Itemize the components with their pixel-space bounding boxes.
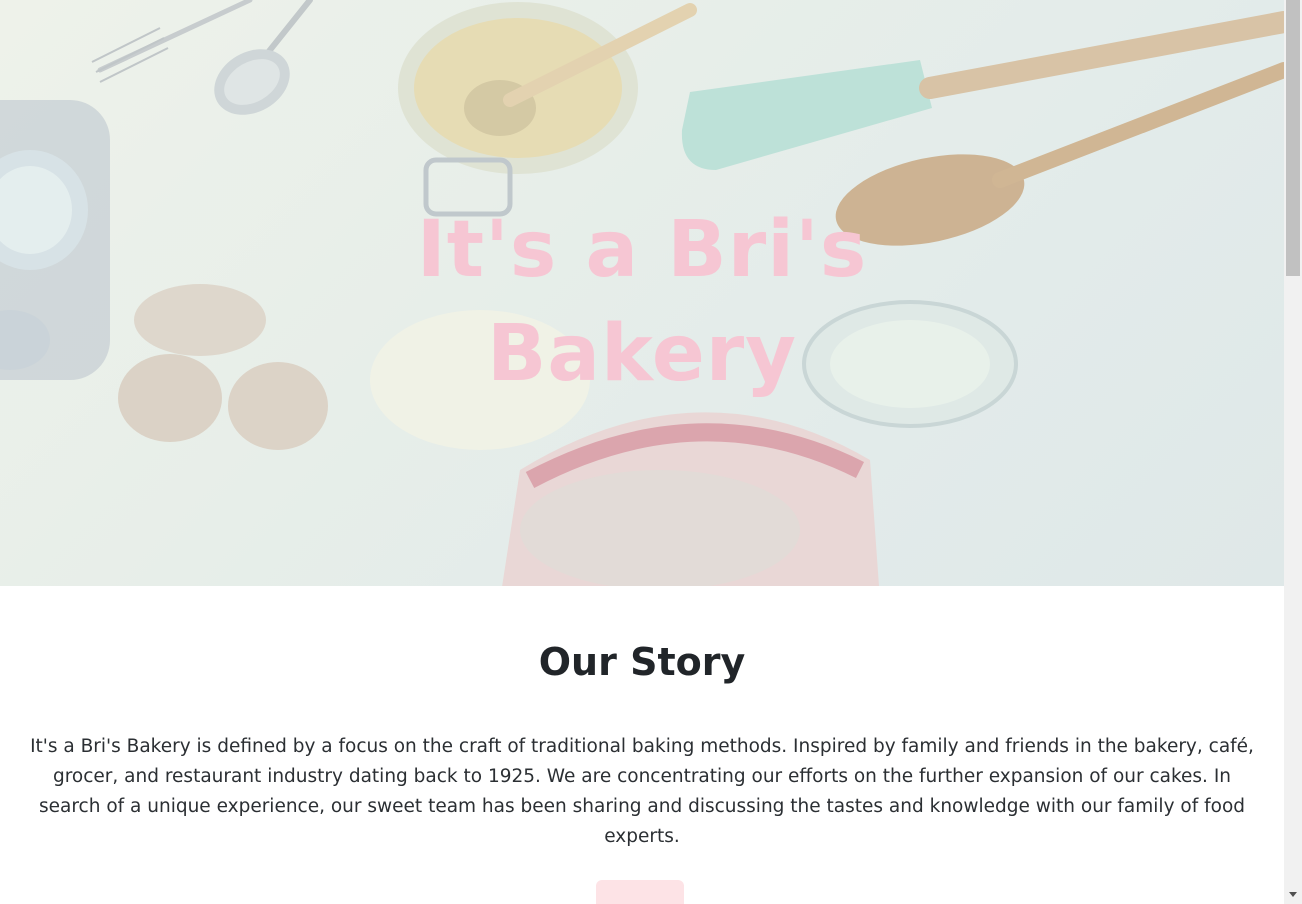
hero-title: It's a Bri's Bakery: [392, 198, 892, 406]
menu-button[interactable]: Menu: [596, 880, 684, 904]
hero-title-line1: It's a Bri's: [416, 205, 868, 295]
scrollbar-thumb[interactable]: [1286, 0, 1300, 276]
story-paragraph: It's a Bri's Bakery is defined by a focu…: [30, 736, 1254, 847]
hero-title-line2: Bakery: [486, 309, 798, 399]
vertical-scrollbar[interactable]: [1284, 0, 1302, 904]
scroll-down-arrow-icon[interactable]: [1289, 892, 1297, 897]
story-heading: Our Story: [538, 640, 746, 684]
page: It's a Bri's Bakery Our Story It's a Bri…: [0, 0, 1284, 904]
hero-banner: It's a Bri's Bakery: [0, 0, 1284, 586]
